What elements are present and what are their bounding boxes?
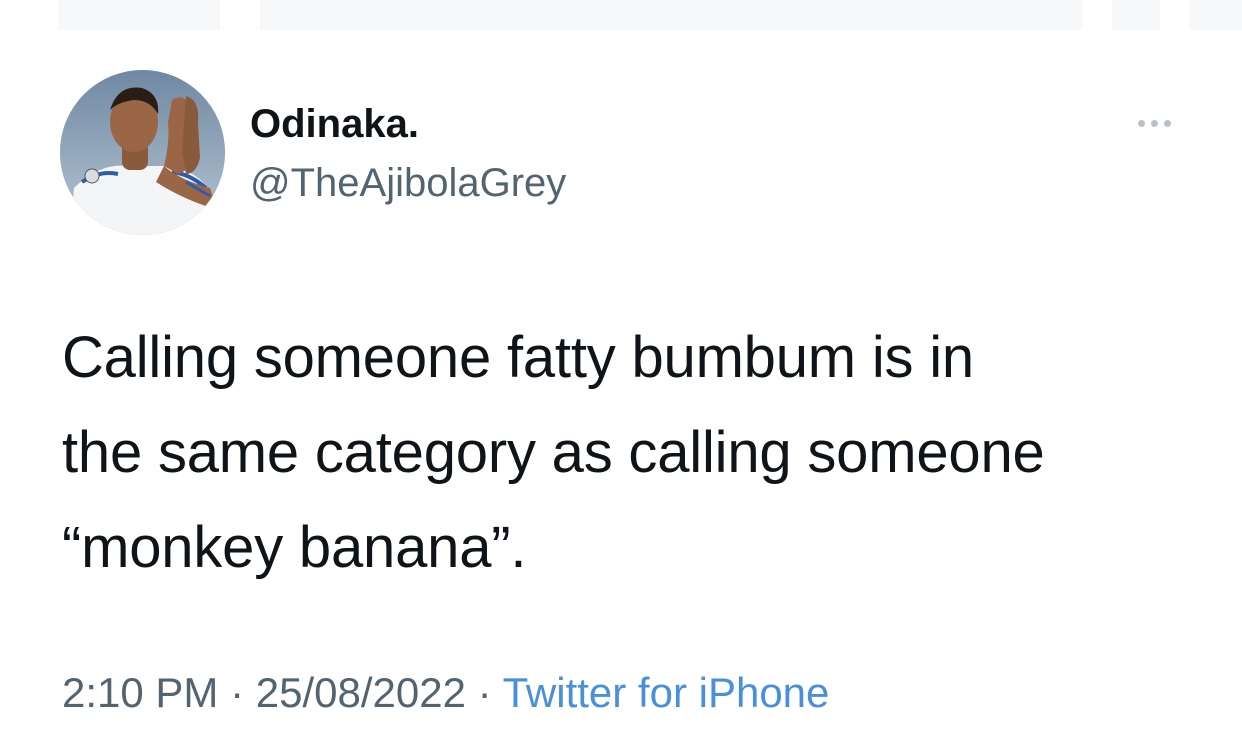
tweet-date[interactable]: 25/08/2022	[256, 669, 466, 716]
top-bar-segment	[58, 0, 220, 30]
tweet-meta: 2:10 PM · 25/08/2022 · Twitter for iPhon…	[62, 666, 829, 720]
tweet-text-line: Calling someone fatty bumbum is in	[62, 325, 974, 390]
tweet-text-line: “monkey banana”.	[62, 515, 527, 580]
top-bar-segment	[260, 0, 1082, 30]
meta-separator: ·	[477, 669, 492, 716]
author-display-name[interactable]: Odinaka.	[250, 98, 419, 150]
tweet-text-line: the same category as calling someone	[62, 420, 1045, 485]
tweet-text: Calling someone fatty bumbum is in the s…	[62, 310, 1212, 595]
top-bar-segment	[1112, 0, 1160, 30]
more-options-button[interactable]	[1128, 110, 1180, 136]
author-handle[interactable]: @TheAjibolaGrey	[250, 157, 566, 209]
avatar[interactable]	[60, 70, 225, 235]
more-horizontal-icon	[1137, 119, 1145, 127]
top-bar-segment	[1190, 0, 1242, 30]
top-strip	[0, 0, 1242, 30]
profile-photo-icon	[60, 70, 225, 235]
more-horizontal-icon	[1150, 119, 1158, 127]
meta-separator: ·	[230, 669, 245, 716]
more-horizontal-icon	[1163, 119, 1171, 127]
tweet-source-link[interactable]: Twitter for iPhone	[503, 669, 830, 716]
tweet-time[interactable]: 2:10 PM	[62, 669, 218, 716]
